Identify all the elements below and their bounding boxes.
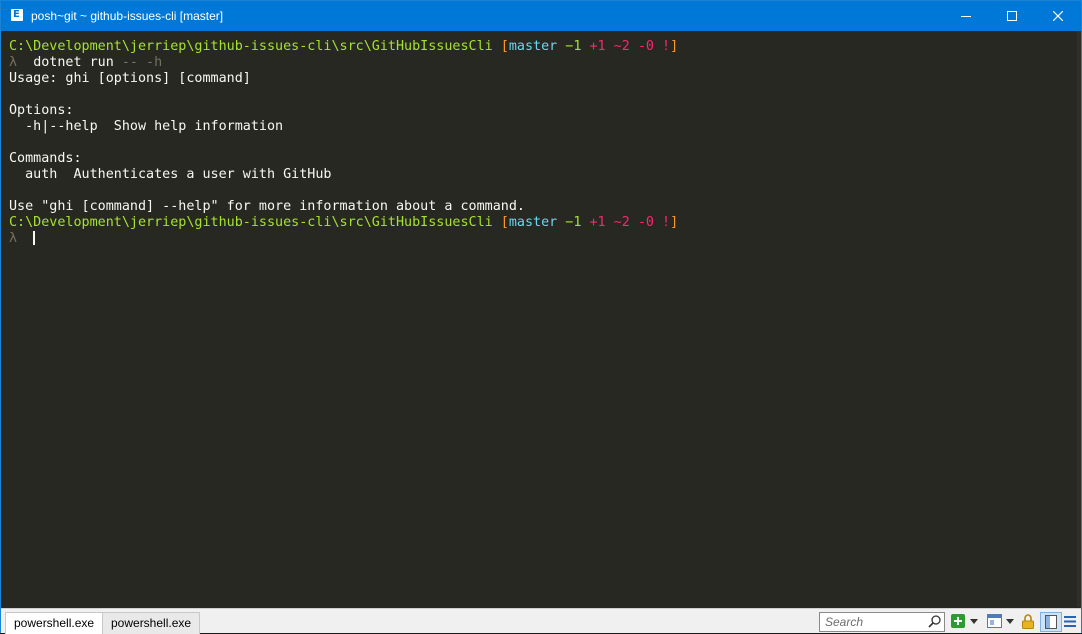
terminal-line: Commands: [9,151,1069,167]
terminal-line: Options: [9,103,1069,119]
terminal-text: +1 ~2 -0 [581,39,663,54]
vertical-scrollbar[interactable] [1077,31,1081,607]
split-view-button[interactable] [1040,612,1062,632]
terminal-line: λ [9,231,1069,247]
terminal-text: +1 ~2 -0 [581,215,663,230]
terminal-text: Usage: ghi [options] [command] [9,71,251,86]
terminal-text: λ [9,231,34,246]
terminal-text: ] [670,215,679,230]
terminal-text: -- -h [121,55,163,70]
app-icon[interactable]: E [11,9,23,21]
hamburger-icon [1064,615,1076,627]
terminal-line: C:\Development\jerriep\github-issues-cli… [9,215,1069,231]
terminal-text: −1 [565,215,582,230]
terminal-text: ] [670,39,679,54]
app-icon-glyph: E [13,9,20,20]
terminal-text: λ [9,55,34,70]
window-icon [986,614,1002,628]
search-icon [928,615,941,628]
chevron-down-icon [1006,618,1014,624]
title-bar[interactable]: E posh~git ~ github-issues-cli [master] [1,1,1081,31]
view-dropdown[interactable] [1004,613,1016,629]
terminal-text: -h|--help Show help information [9,119,284,134]
lock-icon [1022,613,1034,629]
terminal-text: ! [662,215,671,230]
tab-label: powershell.exe [14,616,95,630]
chevron-down-icon [970,618,978,624]
plus-icon [951,614,965,628]
text-cursor [33,231,36,245]
close-button[interactable] [1035,1,1081,31]
terminal-line: λ dotnet run -- -h [9,55,1069,71]
window-title: posh~git ~ github-issues-cli [master] [31,9,224,23]
search-input[interactable]: Search [819,612,945,632]
lock-button[interactable] [1020,613,1036,629]
terminal-text: −1 [565,39,582,54]
terminal-text: dotnet run [33,55,122,70]
maximize-button[interactable] [989,1,1035,31]
tab-label: powershell.exe [111,616,192,630]
search-placeholder: Search [825,615,864,629]
minimize-button[interactable] [943,1,989,31]
terminal-text: Options: [9,103,74,118]
terminal-line: Use "ghi [command] --help" for more info… [9,199,1069,215]
terminal-text: [ [500,215,509,230]
terminal-output[interactable]: C:\Development\jerriep\github-issues-cli… [9,39,1069,599]
close-icon [1053,11,1063,21]
terminal-line: C:\Development\jerriep\github-issues-cli… [9,39,1069,55]
terminal-line: Usage: ghi [options] [command] [9,71,1069,87]
tab-powershell-1[interactable]: powershell.exe [5,612,104,634]
new-console-button[interactable] [950,613,966,629]
terminal-line: -h|--help Show help information [9,119,1069,135]
minimize-icon [961,16,971,17]
menu-button[interactable] [1062,613,1078,629]
terminal-text: master [508,39,558,54]
maximize-icon [1007,11,1017,21]
conemu-window: E posh~git ~ github-issues-cli [master] … [0,0,1082,634]
terminal-text: C:\Development\jerriep\github-issues-cli… [9,215,501,230]
tab-powershell-2[interactable]: powershell.exe [102,612,201,634]
new-console-dropdown[interactable] [968,613,980,629]
terminal-text: Commands: [9,151,82,166]
view-button[interactable] [986,613,1002,629]
terminal-text: Use "ghi [command] --help" for more info… [9,199,525,214]
terminal-text: [ [500,39,509,54]
terminal-text: master [508,215,558,230]
status-bar: powershell.exe powershell.exe Search [1,608,1081,634]
terminal-line: auth Authenticates a user with GitHub [9,167,1069,183]
panel-icon [1045,615,1057,629]
terminal-text: auth Authenticates a user with GitHub [9,167,332,182]
terminal-text: C:\Development\jerriep\github-issues-cli… [9,39,501,54]
terminal-text: ! [662,39,671,54]
